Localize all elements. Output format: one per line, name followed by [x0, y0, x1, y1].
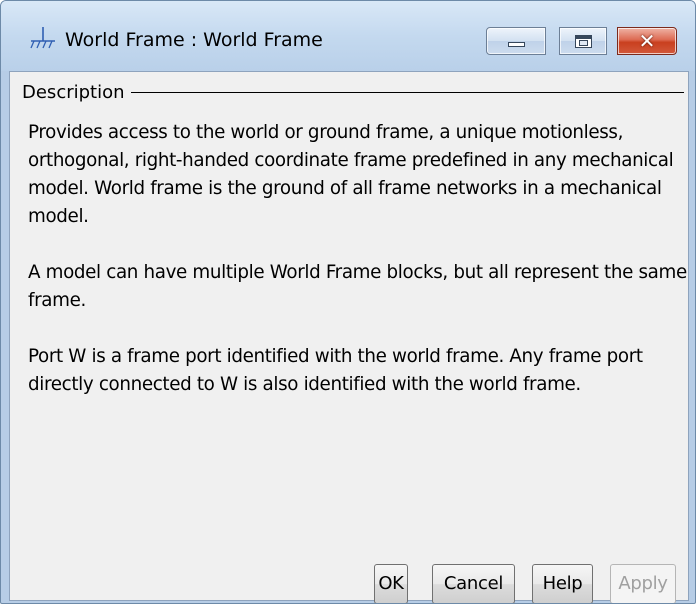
- maximize-icon: [575, 35, 592, 48]
- description-paragraph-1: Provides access to the world or ground f…: [28, 122, 674, 227]
- ok-button[interactable]: OK: [374, 564, 408, 603]
- minimize-icon: [508, 42, 525, 47]
- description-paragraph-3: Port W is a frame port identified with t…: [28, 346, 643, 395]
- help-button[interactable]: Help: [532, 564, 593, 603]
- window-title: World Frame : World Frame: [65, 29, 323, 51]
- cancel-button[interactable]: Cancel: [432, 564, 515, 603]
- description-group: Description: [22, 82, 686, 104]
- description-paragraph-2: A model can have multiple World Frame bl…: [28, 262, 687, 311]
- apply-button: Apply: [610, 564, 676, 603]
- world-frame-ground-icon: [30, 27, 55, 49]
- description-text: Provides access to the world or ground f…: [28, 119, 688, 427]
- dialog-window: World Frame : World Frame ✕ Description …: [0, 0, 696, 604]
- close-icon: ✕: [638, 29, 656, 53]
- title-bar[interactable]: World Frame : World Frame ✕: [1, 1, 695, 71]
- minimize-button[interactable]: [486, 27, 546, 55]
- maximize-button[interactable]: [559, 27, 607, 55]
- dialog-body: Description Provides access to the world…: [9, 71, 689, 603]
- close-button[interactable]: ✕: [617, 27, 677, 55]
- description-heading: Description: [22, 82, 131, 103]
